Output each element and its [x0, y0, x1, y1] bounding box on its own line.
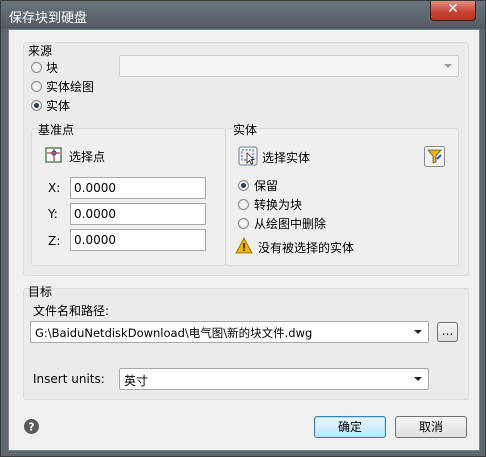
radio-block-label: 块: [46, 61, 59, 75]
window-title: 保存块到硬盘: [9, 11, 88, 26]
chevron-down-icon: [414, 377, 422, 381]
radio-drawing-entities[interactable]: [31, 81, 42, 92]
radio-entities-label: 实体: [46, 99, 71, 113]
browse-label: ...: [441, 324, 454, 338]
file-path-value: G:\BaiduNetdiskDownload\电气图\新的块文件.dwg: [35, 326, 313, 340]
dialog-client: 来源 块 实体绘图 实体 基准点 选择点 X: Y:: [8, 29, 480, 451]
chevron-down-icon: [444, 64, 452, 68]
radio-delete-from-drawing[interactable]: [238, 218, 249, 229]
cancel-label: 取消: [418, 420, 443, 434]
y-field[interactable]: [70, 203, 206, 225]
ok-label: 确定: [337, 420, 362, 434]
quick-select-button[interactable]: [424, 146, 445, 167]
path-label: 文件名和路径:: [33, 304, 110, 318]
close-button[interactable]: ✕: [430, 1, 476, 21]
y-label: Y:: [48, 207, 58, 221]
file-path-combo[interactable]: G:\BaiduNetdiskDownload\电气图\新的块文件.dwg: [30, 321, 429, 343]
radio-block[interactable]: [31, 62, 42, 73]
block-name-combo[interactable]: [119, 55, 459, 77]
x-input[interactable]: [71, 178, 205, 198]
select-entities-icon: [238, 146, 258, 166]
y-input[interactable]: [71, 204, 205, 224]
radio-retain-label: 保留: [254, 179, 279, 193]
entities-title: 实体: [233, 123, 258, 137]
radio-entities[interactable]: [31, 100, 42, 111]
dialog-window: 保存块到硬盘 ✕ 来源 块 实体绘图 实体 基准点 选择点 X: 0.0000 …: [0, 0, 486, 457]
close-icon: ✕: [447, 1, 459, 17]
warning-icon: [235, 237, 253, 254]
pick-point-button[interactable]: [45, 146, 63, 164]
pick-point-icon: [45, 147, 62, 163]
warning-text: 没有被选择的实体: [258, 241, 355, 255]
title-bar[interactable]: 保存块到硬盘 ✕: [1, 1, 485, 29]
target-title: 目标: [28, 285, 53, 299]
insert-units-label: Insert units:: [33, 372, 105, 386]
x-label: X:: [48, 181, 61, 195]
select-entities-label[interactable]: 选择实体: [262, 149, 310, 166]
help-icon: ?: [24, 419, 39, 434]
browse-button[interactable]: ...: [437, 322, 458, 342]
pick-point-label[interactable]: 选择点: [69, 148, 105, 165]
z-label: Z:: [48, 234, 61, 248]
svg-text:?: ?: [28, 421, 34, 434]
z-field[interactable]: [70, 229, 206, 251]
base-point-title: 基准点: [38, 123, 75, 137]
radio-retain[interactable]: [238, 180, 249, 191]
chevron-down-icon: [414, 330, 422, 334]
radio-convert-to-block-label: 转换为块: [254, 198, 303, 212]
x-field[interactable]: [70, 177, 206, 199]
insert-units-combo[interactable]: 英寸: [119, 368, 429, 390]
radio-delete-from-drawing-label: 从绘图中删除: [254, 217, 327, 231]
help-button[interactable]: ?: [23, 418, 40, 435]
z-input[interactable]: [71, 230, 205, 250]
radio-convert-to-block[interactable]: [238, 199, 249, 210]
select-entities-button[interactable]: [238, 146, 258, 166]
quick-select-filter-icon: [424, 146, 445, 167]
cancel-button[interactable]: 取消: [395, 416, 467, 438]
radio-drawing-entities-label: 实体绘图: [46, 80, 95, 94]
insert-units-value: 英寸: [124, 374, 149, 388]
source-group-title: 来源: [28, 44, 53, 58]
ok-button[interactable]: 确定: [314, 416, 386, 438]
